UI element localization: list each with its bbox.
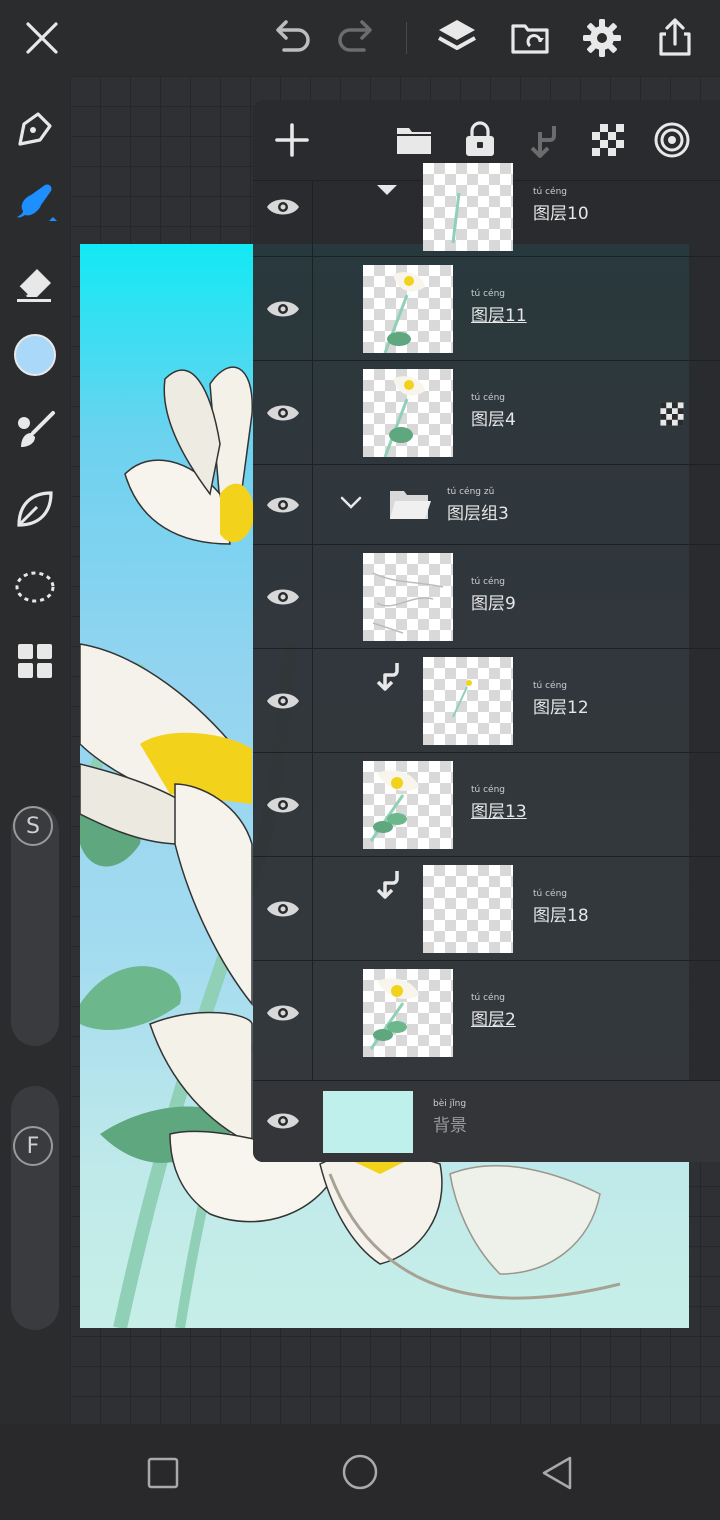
clip-arrow-icon [373,867,403,905]
flow-slider[interactable]: F [11,1086,59,1330]
eye-icon[interactable] [261,991,305,1035]
home-icon[interactable] [340,1452,380,1496]
lasso-select-icon[interactable] [10,560,60,610]
layer-row[interactable]: tú céng 图层12 [253,648,720,753]
add-layer-icon[interactable] [266,114,318,166]
eye-icon[interactable] [261,185,305,229]
blend-icon[interactable] [646,114,698,166]
layer-row[interactable]: tú céng 图层10 [253,163,720,257]
folder-icon [387,485,433,529]
redo-icon[interactable] [332,14,380,62]
layer-group-name: tú céng zǔ 图层组3 [447,487,509,524]
chevron-down-icon[interactable] [339,493,363,517]
close-icon[interactable] [18,14,66,62]
back-icon[interactable] [538,1454,576,1496]
layer-name: tú céng 图层18 [533,889,589,926]
layer-row[interactable]: tú céng 图层2 [253,960,720,1081]
gallery-icon[interactable] [506,14,554,62]
size-slider-label: S [13,806,53,846]
left-toolbar: S F [0,76,70,1424]
layer-name: tú céng 图层4 [471,393,516,430]
layer-thumbnail [423,657,513,745]
layer-row[interactable]: tú céng 图层4 [253,360,720,465]
layer-row[interactable]: tú céng 图层11 [253,256,720,361]
layer-row[interactable]: tú céng 图层18 [253,856,720,961]
layer-thumbnail [363,761,453,849]
layers-icon[interactable] [433,14,481,62]
alpha-lock-badge-icon [659,401,685,431]
size-slider[interactable]: S [11,806,59,1046]
layer-thumbnail [423,163,513,251]
eye-icon[interactable] [261,575,305,619]
alpha-lock-icon[interactable] [582,114,634,166]
smudge-icon[interactable] [10,406,60,456]
leaf-shape-icon[interactable] [10,484,60,534]
layer-name: tú céng 图层12 [533,681,589,718]
toolbar-divider [406,22,407,54]
layer-name: tú céng 图层9 [471,577,516,614]
layer-name: tú céng 图层10 [533,187,589,224]
eye-icon[interactable] [261,287,305,331]
layer-group-row[interactable]: tú céng zǔ 图层组3 [253,464,720,545]
recent-apps-icon[interactable] [146,1456,180,1494]
share-icon[interactable] [651,14,699,62]
layer-name: tú céng 图层11 [471,289,527,326]
eye-icon[interactable] [261,783,305,827]
lock-icon[interactable] [454,114,506,166]
clip-arrow-icon [373,659,403,697]
system-nav-bar [0,1424,720,1520]
undo-icon[interactable] [268,14,316,62]
eye-icon[interactable] [261,679,305,723]
add-folder-icon[interactable] [388,114,440,166]
eye-icon[interactable] [261,1099,305,1143]
brush-icon[interactable] [10,178,60,228]
layer-thumbnail [363,265,453,353]
layer-name: tú céng 图层2 [471,993,516,1030]
layer-thumbnail [363,969,453,1057]
layer-thumbnail [423,865,513,953]
layers-panel: tú céng 图层10 tú céng 图层11 tú céng 图层4 tú cé… [253,100,720,1162]
pen-tool-icon[interactable] [10,104,60,154]
flow-slider-label: F [13,1126,53,1166]
settings-icon[interactable] [578,14,626,62]
layer-name: tú céng 图层13 [471,785,527,822]
eye-icon[interactable] [261,391,305,435]
layer-thumbnail [363,553,453,641]
eye-icon[interactable] [261,887,305,931]
collapse-arrow-icon[interactable] [375,183,399,203]
eye-icon[interactable] [261,483,305,527]
layer-name: bèi jǐng 背景 [433,1099,467,1136]
layer-row[interactable]: tú céng 图层9 [253,544,720,649]
eraser-icon[interactable] [10,258,60,308]
layer-thumbnail [363,369,453,457]
background-layer-row[interactable]: bèi jǐng 背景 [253,1080,720,1162]
clip-icon[interactable] [518,114,570,166]
layer-row[interactable]: tú céng 图层13 [253,752,720,857]
top-bar [0,0,720,76]
grid-icon[interactable] [10,636,60,686]
background-color-swatch[interactable] [323,1091,413,1153]
color-swatch[interactable] [10,330,60,380]
